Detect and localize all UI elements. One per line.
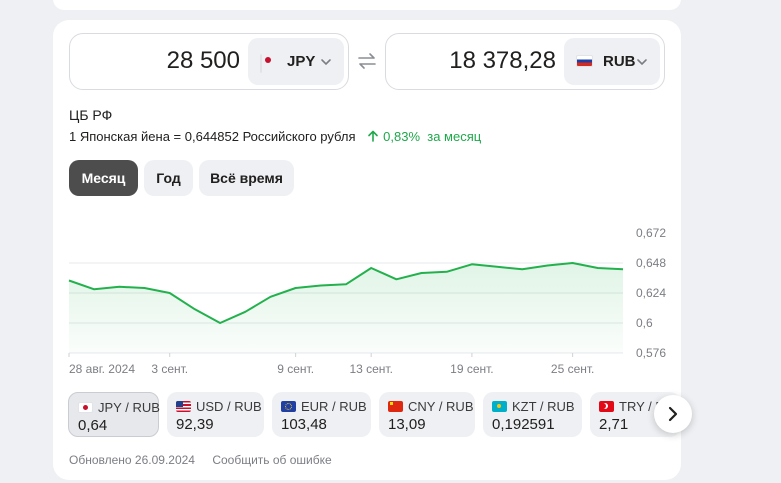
x-tick-label: 28 авг. 2024 [69,362,135,376]
rate-change-value: 0,83% [383,129,421,144]
pair-value: 103,48 [281,416,327,433]
y-tick-label: 0,672 [636,226,666,240]
pair-chip[interactable]: EUR / RUB 103,48 [272,392,371,437]
pair-label-text: JPY / RUB [98,400,160,415]
to-amount-value[interactable]: 18 378,28 [449,47,556,75]
japan-flag-icon [260,54,262,73]
rate-change: 0,83% за месяц [359,129,481,144]
pair-chip[interactable]: USD / RUB 92,39 [167,392,264,437]
pair-label-text: EUR / RUB [301,399,367,414]
report-error-link[interactable]: Сообщить об ошибке [212,453,331,467]
chevron-down-icon [321,59,331,66]
from-amount-field[interactable]: 28 500 JPY [69,33,349,90]
pair-label-text: CNY / RUB [408,399,474,414]
flag-icon [388,401,403,412]
russia-flag-icon [576,55,593,67]
x-tick-label: 19 сент. [450,362,493,376]
pair-chip[interactable]: KZT / RUB 0,192591 [483,392,582,437]
to-currency-code: RUB [603,53,636,70]
pair-label: USD / RUB [176,399,262,414]
to-currency-select[interactable]: RUB [564,38,660,85]
pair-label: EUR / RUB [281,399,367,414]
pair-chip[interactable]: CNY / RUB 13,09 [379,392,475,437]
swap-icon[interactable] [357,51,377,71]
flag-icon [492,401,507,412]
pair-label-text: USD / RUB [196,399,262,414]
currency-pairs-list: JPY / RUB 0,64 USD / RUB 92,39 EUR / RUB 103,… [68,392,681,440]
from-amount-value[interactable]: 28 500 [167,47,240,75]
pair-label-text: KZT / RUB [512,399,575,414]
y-tick-label: 0,576 [636,346,666,360]
to-amount-field[interactable]: 18 378,28 RUB [385,33,665,90]
pair-value: 92,39 [176,416,214,433]
rate-text: 1 Японская йена = 0,644852 Российского р… [69,129,356,144]
flag-icon [176,401,191,412]
period-month-button[interactable]: Месяц [69,160,138,196]
rate-chart[interactable]: 0,672 0,648 0,624 0,6 0,576 28 авг. 2024 3 сен… [53,215,681,385]
y-tick-label: 0,6 [636,316,653,330]
flag-icon [599,401,614,412]
pair-chip[interactable]: JPY / RUB 0,64 [68,392,160,437]
period-all-time-button[interactable]: Всё время [199,160,294,196]
pair-label: KZT / RUB [492,399,575,414]
pair-value: 0,192591 [492,416,555,433]
x-tick-label: 13 сент. [349,362,392,376]
pair-label: CNY / RUB [388,399,474,414]
arrow-up-icon [368,130,378,142]
rate-source: ЦБ РФ [69,107,113,123]
pair-label: JPY / RUB [78,400,160,415]
footer: Обновлено 26.09.2024 Сообщить об ошибке [69,453,332,467]
y-tick-label: 0,624 [636,286,666,300]
next-pairs-button[interactable] [654,395,692,433]
x-tick-label: 3 сент. [151,362,188,376]
previous-card [53,0,681,10]
chevron-down-icon [637,59,647,66]
rate-line: 1 Японская йена = 0,644852 Российского р… [69,129,481,144]
converter-card: 28 500 JPY 18 378,28 RUB ЦБ РФ 1 Японска… [53,20,681,480]
updated-date: Обновлено 26.09.2024 [69,453,195,467]
pair-value: 0,64 [78,417,108,434]
from-currency-code: JPY [287,53,316,70]
flag-icon [281,401,296,412]
y-tick-label: 0,648 [636,256,666,270]
pair-value: 13,09 [388,416,426,433]
from-currency-select[interactable]: JPY [248,38,344,85]
x-tick-label: 25 сент. [551,362,594,376]
flag-icon [78,402,93,413]
series-area [69,263,623,353]
period-year-button[interactable]: Год [144,160,193,196]
pair-value: 2,71 [599,416,629,433]
rate-change-period: за месяц [427,129,482,144]
x-tick-label: 9 сент. [277,362,314,376]
chevron-right-icon [668,406,678,422]
